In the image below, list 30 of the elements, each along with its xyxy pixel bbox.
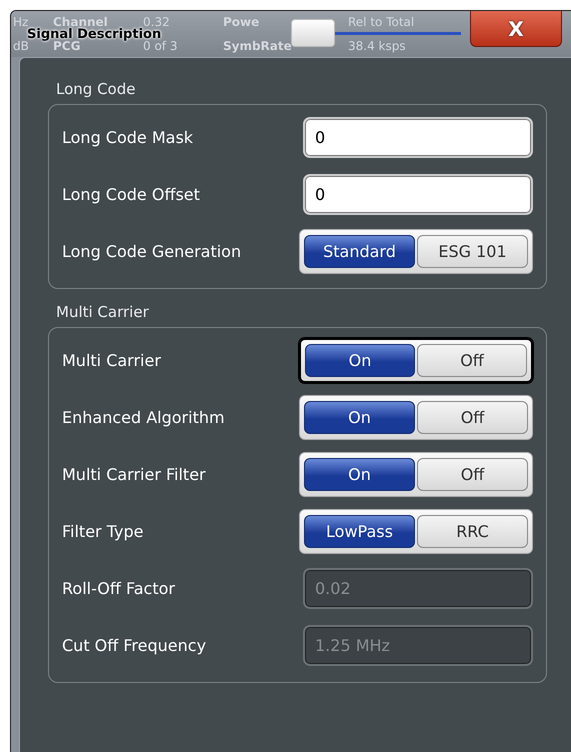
toggle-option[interactable]: RRC bbox=[417, 515, 528, 548]
readout-text: Hz bbox=[13, 14, 28, 28]
setting-label: Long Code Generation bbox=[62, 242, 242, 261]
toggle-option[interactable]: On bbox=[305, 344, 415, 377]
setting-label: Cut Off Frequency bbox=[62, 636, 206, 655]
readout-text: dB bbox=[13, 38, 29, 54]
close-button[interactable]: X bbox=[470, 11, 562, 47]
toggle-option[interactable]: On bbox=[304, 401, 415, 434]
toggle-option[interactable]: ESG 101 bbox=[417, 235, 528, 268]
setting-label: Long Code Mask bbox=[62, 128, 194, 147]
setting-label: Filter Type bbox=[62, 522, 144, 541]
setting-label: Multi Carrier Filter bbox=[62, 465, 206, 484]
readout-text: Channel bbox=[53, 14, 108, 28]
readout-text: 0.32 bbox=[143, 14, 171, 28]
setting-label: Enhanced Algorithm bbox=[62, 408, 225, 427]
toggle-option[interactable]: Off bbox=[417, 458, 528, 491]
setting-label: Roll-Off Factor bbox=[62, 579, 175, 598]
toggle-option[interactable]: Standard bbox=[304, 235, 415, 268]
toggle-option[interactable]: Off bbox=[417, 344, 527, 377]
readout-text: Powe bbox=[223, 14, 260, 30]
setting-label: Multi Carrier bbox=[62, 351, 161, 370]
toggle-option[interactable]: On bbox=[304, 458, 415, 491]
input-field[interactable]: 0 bbox=[303, 174, 533, 215]
toggle-option[interactable]: LowPass bbox=[304, 515, 415, 548]
readout-text: SymbRate bbox=[223, 38, 293, 54]
input-field[interactable]: 0 bbox=[303, 117, 533, 158]
toggle-option[interactable]: Off bbox=[417, 401, 528, 434]
setting-label: Long Code Offset bbox=[62, 185, 200, 204]
section-title: Long Code bbox=[56, 80, 136, 98]
section-title: Multi Carrier bbox=[56, 303, 150, 321]
